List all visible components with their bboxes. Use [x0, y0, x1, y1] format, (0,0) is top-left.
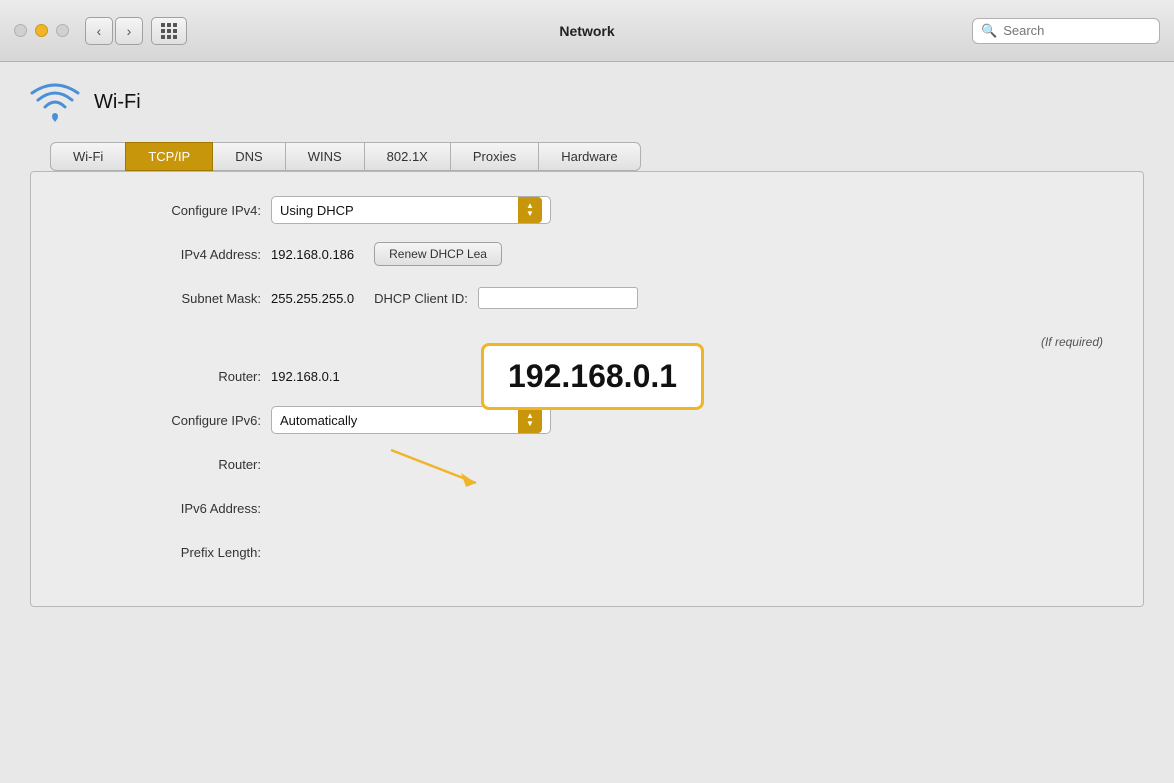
configure-ipv6-label: Configure IPv6:	[61, 413, 261, 428]
tab-dns[interactable]: DNS	[212, 142, 285, 171]
configure-ipv4-select[interactable]: Using DHCP ▲ ▼	[271, 196, 551, 224]
wifi-icon	[30, 82, 80, 122]
tab-wifi[interactable]: Wi-Fi	[50, 142, 126, 171]
configure-ipv4-value: Using DHCP	[280, 203, 354, 218]
subnet-mask-row: Subnet Mask: 255.255.255.0 DHCP Client I…	[61, 284, 1113, 312]
wifi-title: Wi-Fi	[94, 91, 141, 114]
prefix-length-row: Prefix Length:	[61, 538, 1113, 566]
router-ipv4-section: Router: 192.168.0.1 Configure IPv6: Auto…	[61, 362, 1113, 566]
wifi-header: Wi-Fi	[30, 82, 1144, 122]
content-panel: Configure IPv4: Using DHCP ▲ ▼ IPv4 Addr…	[30, 171, 1144, 607]
maximize-button[interactable]	[56, 24, 69, 37]
subnet-mask-label: Subnet Mask:	[61, 291, 261, 306]
grid-icon	[161, 23, 177, 39]
tab-tcpip[interactable]: TCP/IP	[125, 142, 213, 171]
close-button[interactable]	[14, 24, 27, 37]
configure-ipv4-stepper[interactable]: ▲ ▼	[518, 197, 542, 223]
router-ipv6-row: Router:	[61, 450, 1113, 478]
ipv4-address-value: 192.168.0.186	[271, 247, 354, 262]
if-required-text: (If required)	[1041, 335, 1103, 349]
ipv6-address-label: IPv6 Address:	[61, 501, 261, 516]
search-input[interactable]	[1003, 23, 1151, 38]
router-ipv6-label: Router:	[61, 457, 261, 472]
traffic-lights	[14, 24, 69, 37]
search-icon: 🔍	[981, 23, 997, 39]
configure-ipv4-row: Configure IPv4: Using DHCP ▲ ▼	[61, 196, 1113, 224]
main-content: Wi-Fi Wi-Fi TCP/IP DNS WINS 802.1X Proxi…	[0, 62, 1174, 783]
prefix-length-label: Prefix Length:	[61, 545, 261, 560]
grid-view-button[interactable]	[151, 17, 187, 45]
window-title: Network	[559, 23, 614, 39]
tab-proxies[interactable]: Proxies	[450, 142, 539, 171]
configure-ipv6-row: Configure IPv6: Automatically ▲ ▼	[61, 406, 1113, 434]
stepper-down-icon: ▼	[526, 210, 534, 218]
ipv4-address-label: IPv4 Address:	[61, 247, 261, 262]
router-ipv6-section: Router: 192.168.0.1	[61, 450, 1113, 478]
tab-wins[interactable]: WINS	[285, 142, 365, 171]
annotation-container: 192.168.0.1	[281, 295, 561, 498]
ipv4-address-row: IPv4 Address: 192.168.0.186 Renew DHCP L…	[61, 240, 1113, 268]
titlebar: ‹ › Network 🔍	[0, 0, 1174, 62]
search-box[interactable]: 🔍	[972, 18, 1160, 44]
ipv6-address-row: IPv6 Address:	[61, 494, 1113, 522]
nav-buttons: ‹ ›	[85, 17, 143, 45]
annotation-box: 192.168.0.1	[481, 343, 704, 410]
tab-8021x[interactable]: 802.1X	[364, 142, 451, 171]
back-button[interactable]: ‹	[85, 17, 113, 45]
tabs-bar: Wi-Fi TCP/IP DNS WINS 802.1X Proxies Har…	[50, 142, 1144, 171]
minimize-button[interactable]	[35, 24, 48, 37]
router-ipv4-label: Router:	[61, 369, 261, 384]
tab-hardware[interactable]: Hardware	[538, 142, 640, 171]
configure-ipv4-label: Configure IPv4:	[61, 203, 261, 218]
annotation-value: 192.168.0.1	[508, 358, 677, 394]
forward-button[interactable]: ›	[115, 17, 143, 45]
renew-dhcp-button[interactable]: Renew DHCP Lea	[374, 242, 502, 266]
